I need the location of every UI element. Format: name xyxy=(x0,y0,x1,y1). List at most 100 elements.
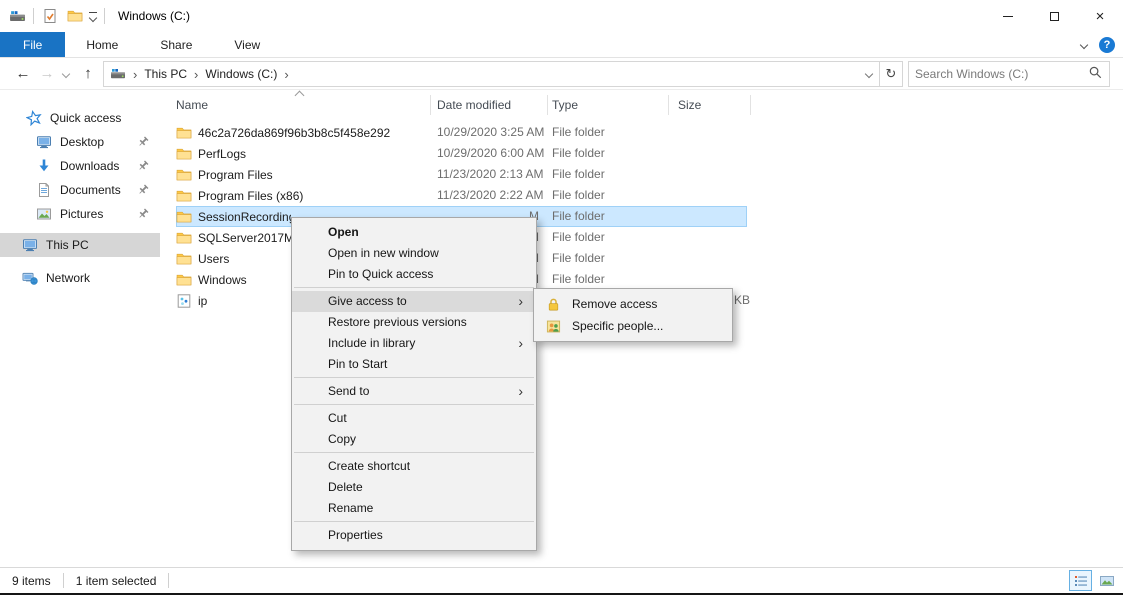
maximize-button[interactable] xyxy=(1031,0,1077,32)
file-name: Program Files (x86) xyxy=(198,189,303,203)
sidebar-item-documents[interactable]: Documents xyxy=(0,178,160,202)
ribbon-tabs: File Home Share View ? xyxy=(0,32,1123,58)
properties-check-icon[interactable] xyxy=(41,8,58,25)
menu-item-restore-previous-versions[interactable]: Restore previous versions xyxy=(292,312,536,333)
column-headers: Name Date modified Type Size xyxy=(160,90,1123,120)
context-menu: Open Open in new window Pin to Quick acc… xyxy=(291,217,537,551)
folder-icon xyxy=(176,167,192,183)
tab-file[interactable]: File xyxy=(0,32,65,57)
file-type: File folder xyxy=(552,269,664,290)
file-date: 10/29/2020 3:25 AM xyxy=(437,122,543,143)
column-header-type[interactable]: Type xyxy=(552,98,578,112)
file-row[interactable]: Program Files (x86) 11/23/2020 2:22 AM F… xyxy=(160,185,1123,206)
recent-locations-chevron-icon[interactable] xyxy=(58,58,74,89)
file-type: File folder xyxy=(552,122,664,143)
sidebar-item-this-pc[interactable]: This PC xyxy=(0,233,160,257)
up-arrow-icon[interactable]: ↑ xyxy=(76,58,100,89)
settings-file-icon xyxy=(176,293,192,309)
sidebar-item-label: Network xyxy=(46,271,90,285)
sidebar-item-label: Desktop xyxy=(60,135,104,149)
column-divider[interactable] xyxy=(668,95,669,115)
breadcrumb-windows-c[interactable]: Windows (C:) xyxy=(205,67,277,81)
file-row[interactable]: 46c2a726da869f96b3b8c5f458e292 10/29/202… xyxy=(160,122,1123,143)
menu-item-properties[interactable]: Properties xyxy=(292,525,536,546)
menu-item-open[interactable]: Open xyxy=(292,222,536,243)
sidebar-item-quick-access[interactable]: Quick access xyxy=(0,106,160,130)
column-header-name[interactable]: Name xyxy=(176,98,208,112)
back-arrow-icon[interactable]: ← xyxy=(12,58,34,89)
column-divider[interactable] xyxy=(750,95,751,115)
menu-item-open-in-new-window[interactable]: Open in new window xyxy=(292,243,536,264)
sidebar-item-network[interactable]: Network xyxy=(0,266,160,290)
submenu-arrow-icon: › xyxy=(518,333,523,354)
quick-access-toolbar: Windows (C:) xyxy=(0,8,190,25)
breadcrumb-this-pc[interactable]: This PC xyxy=(144,67,187,81)
submenu-item-label: Remove access xyxy=(572,297,657,311)
sidebar-item-pictures[interactable]: Pictures xyxy=(0,202,160,226)
file-date: 11/23/2020 2:13 AM xyxy=(437,164,543,185)
help-icon[interactable]: ? xyxy=(1099,37,1115,53)
menu-item-create-shortcut[interactable]: Create shortcut xyxy=(292,456,536,477)
menu-item-give-access-to[interactable]: Give access to› xyxy=(292,291,536,312)
menu-separator xyxy=(294,287,534,288)
address-bar-row: ← → ↑ › This PC › Windows (C:) › ↻ xyxy=(0,58,1123,90)
column-divider[interactable] xyxy=(430,95,431,115)
search-input[interactable] xyxy=(915,67,1088,81)
menu-item-pin-to-quick-access[interactable]: Pin to Quick access xyxy=(292,264,536,285)
folder-icon xyxy=(176,272,192,288)
file-row[interactable]: PerfLogs 10/29/2020 6:00 AM File folder xyxy=(160,143,1123,164)
computer-icon xyxy=(22,237,38,253)
file-type: File folder xyxy=(552,143,664,164)
file-name: PerfLogs xyxy=(198,147,246,161)
window-title: Windows (C:) xyxy=(118,9,190,23)
column-header-size[interactable]: Size xyxy=(678,98,701,112)
pin-icon[interactable] xyxy=(136,135,150,149)
sidebar-item-label: Documents xyxy=(60,183,121,197)
address-dropdown-chevron-icon[interactable] xyxy=(859,71,879,77)
sidebar-item-desktop[interactable]: Desktop xyxy=(0,130,160,154)
column-divider[interactable] xyxy=(547,95,548,115)
folder-icon xyxy=(176,146,192,162)
refresh-icon[interactable]: ↻ xyxy=(880,66,902,82)
menu-item-delete[interactable]: Delete xyxy=(292,477,536,498)
navigation-pane: Quick access Desktop Downloads Documents… xyxy=(0,90,160,567)
file-row[interactable]: Program Files 11/23/2020 2:13 AM File fo… xyxy=(160,164,1123,185)
star-icon xyxy=(26,110,42,126)
close-button[interactable]: × xyxy=(1077,0,1123,32)
menu-item-include-in-library[interactable]: Include in library› xyxy=(292,333,536,354)
tab-home[interactable]: Home xyxy=(65,32,139,57)
minimize-button[interactable] xyxy=(985,0,1031,32)
forward-arrow-icon[interactable]: → xyxy=(36,58,58,89)
submenu-arrow-icon: › xyxy=(518,291,523,312)
new-folder-icon[interactable] xyxy=(66,8,83,25)
thumbnails-view-icon[interactable] xyxy=(1095,570,1118,591)
menu-item-copy[interactable]: Copy xyxy=(292,429,536,450)
address-box[interactable]: › This PC › Windows (C:) › ↻ xyxy=(103,61,903,87)
menu-item-pin-to-start[interactable]: Pin to Start xyxy=(292,354,536,375)
menu-item-send-to[interactable]: Send to› xyxy=(292,381,536,402)
sidebar-item-downloads[interactable]: Downloads xyxy=(0,154,160,178)
window-controls: × xyxy=(985,0,1123,32)
pin-icon[interactable] xyxy=(136,183,150,197)
menu-item-rename[interactable]: Rename xyxy=(292,498,536,519)
pin-icon[interactable] xyxy=(136,207,150,221)
menu-separator xyxy=(294,452,534,453)
drive-icon xyxy=(9,8,26,25)
collapse-ribbon-chevron-icon[interactable] xyxy=(1080,41,1088,49)
file-name: Windows xyxy=(198,273,247,287)
sidebar-item-label: Pictures xyxy=(60,207,103,221)
search-icon[interactable] xyxy=(1088,65,1103,83)
folder-icon xyxy=(176,230,192,246)
folder-icon xyxy=(176,188,192,204)
column-header-date[interactable]: Date modified xyxy=(437,98,511,112)
tab-view[interactable]: View xyxy=(213,32,281,57)
qat-dropdown-icon[interactable] xyxy=(89,12,97,21)
sidebar-item-label: Downloads xyxy=(60,159,119,173)
sort-ascending-icon xyxy=(295,91,305,101)
pin-icon[interactable] xyxy=(136,159,150,173)
submenu-item-remove-access[interactable]: Remove access xyxy=(534,293,732,315)
submenu-item-specific-people[interactable]: Specific people... xyxy=(534,315,732,337)
tab-share[interactable]: Share xyxy=(139,32,213,57)
details-view-icon[interactable] xyxy=(1069,570,1092,591)
menu-item-cut[interactable]: Cut xyxy=(292,408,536,429)
